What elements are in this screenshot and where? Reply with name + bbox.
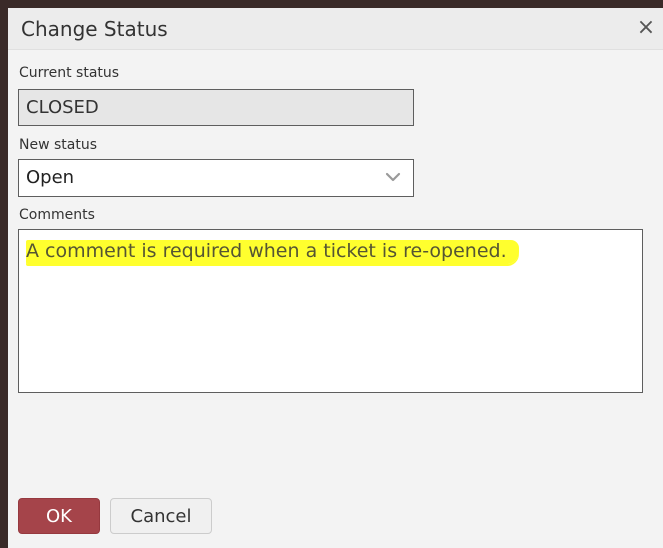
current-status-label: Current status xyxy=(19,65,120,81)
close-icon[interactable]: × xyxy=(633,14,659,42)
comments-textarea[interactable]: A comment is required when a ticket is r… xyxy=(18,229,643,393)
comments-label: Comments xyxy=(19,207,95,223)
dialog-titlebar: Change Status × xyxy=(8,8,663,50)
cancel-button[interactable]: Cancel xyxy=(110,498,212,534)
chevron-down-icon xyxy=(385,172,401,182)
dialog-title: Change Status xyxy=(21,17,168,41)
comments-text: A comment is required when a ticket is r… xyxy=(26,240,519,264)
current-status-field: CLOSED xyxy=(18,89,414,126)
new-status-label: New status xyxy=(19,137,98,153)
change-status-dialog: Change Status × Current status CLOSED Ne… xyxy=(8,8,663,548)
new-status-value: Open xyxy=(26,167,75,188)
new-status-select[interactable]: Open xyxy=(18,159,414,197)
ok-button[interactable]: OK xyxy=(18,498,100,534)
